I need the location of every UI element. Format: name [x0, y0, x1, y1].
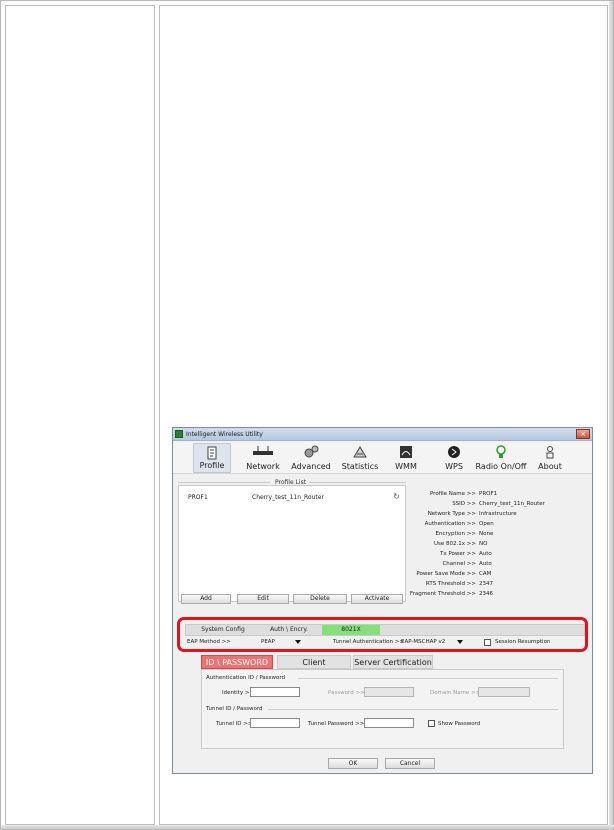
detail-row: Authentication >> Open — [424, 521, 494, 527]
identity-field[interactable] — [250, 687, 300, 697]
detail-row: Fragment Threshold >> 2346 — [409, 591, 493, 597]
show-password-label: Show Password — [438, 721, 481, 727]
profile-ssid-cell: Cherry_test_11n_Router — [252, 494, 324, 501]
delete-button[interactable]: Delete — [293, 594, 347, 604]
toolbar-statistics[interactable]: Statistics — [341, 443, 379, 473]
toolbar-about[interactable]: About — [535, 443, 565, 473]
network-icon — [253, 446, 273, 455]
toolbar-label-wps: WPS — [445, 462, 463, 471]
toolbar-label-wmm: WMM — [395, 462, 417, 471]
tunnel-group-title: Tunnel ID / Password — [206, 706, 263, 712]
detail-row: Use 802.1x >> NO — [434, 541, 488, 547]
tab-server-certification[interactable]: Server Certification — [353, 655, 433, 669]
title-bar: Intelligent Wireless Utility × — [173, 428, 592, 441]
toolbar-wps[interactable]: WPS — [439, 443, 469, 473]
tab-id-password[interactable]: ID \ PASSWORD — [201, 655, 273, 669]
session-resumption-label: Session Resumption — [495, 639, 551, 645]
tunnel-password-label: Tunnel Password >> — [308, 721, 365, 727]
tunnel-auth-dropdown-icon[interactable] — [457, 640, 463, 644]
password-label: Password >> — [328, 690, 365, 696]
radio-icon — [496, 445, 506, 458]
toolbar-network[interactable]: Network — [245, 443, 281, 473]
profile-list-row[interactable]: PROF1 Cherry_test_11n_Router ↻ — [182, 492, 402, 503]
eap-method-dropdown-icon[interactable] — [295, 640, 301, 644]
toolbar: Profile Network Advanced Statistics WMM … — [173, 442, 592, 474]
domain-name-label: Domain Name >> — [430, 690, 481, 696]
toolbar-label-statistics: Statistics — [341, 462, 379, 471]
detail-row: Tx Power >> Auto — [440, 551, 492, 557]
wps-icon — [448, 446, 460, 458]
toolbar-label-network: Network — [246, 462, 280, 471]
window-title: Intelligent Wireless Utility — [186, 430, 263, 438]
tunnel-group-line — [268, 709, 558, 710]
frame-shadow-right — [609, 1, 613, 830]
detail-row: Power Save Mode >> CAM — [416, 571, 492, 577]
close-button[interactable]: × — [576, 429, 590, 439]
show-password-checkbox[interactable] — [428, 720, 435, 727]
eap-method-value[interactable]: PEAP — [261, 639, 275, 645]
statistics-icon — [353, 446, 367, 458]
profile-list-border — [309, 482, 406, 483]
toolbar-label-radio: Radio On/Off — [475, 462, 527, 471]
app-window-screenshot: Intelligent Wireless Utility × Profile N… — [172, 427, 593, 774]
left-column-cell — [5, 5, 155, 825]
activate-button[interactable]: Activate — [351, 594, 403, 604]
frame-shadow-bottom — [1, 825, 614, 829]
wmm-icon — [400, 446, 412, 458]
toolbar-label-profile: Profile — [199, 461, 225, 470]
refresh-icon: ↻ — [393, 492, 400, 501]
tunnel-id-label: Tunnel ID >> — [216, 721, 253, 727]
toolbar-profile[interactable]: Profile — [193, 443, 231, 473]
toolbar-wmm[interactable]: WMM — [391, 443, 421, 473]
tunnel-auth-label: Tunnel Authentication >> — [333, 639, 404, 645]
app-icon — [175, 430, 183, 438]
profile-icon — [207, 446, 217, 460]
detail-row: SSID >> Cherry_test_11n_Router — [452, 501, 545, 507]
ok-button[interactable]: OK — [328, 758, 378, 769]
tunnel-password-field[interactable] — [364, 718, 414, 728]
session-resumption-checkbox[interactable] — [484, 639, 491, 646]
auth-group-line — [298, 678, 558, 679]
detail-row: RTS Threshold >> 2347 — [425, 581, 493, 587]
tab-client-certification[interactable]: Client Certification — [277, 655, 351, 681]
eap-method-label: EAP Method >> — [187, 639, 231, 645]
profile-list-border — [178, 482, 270, 483]
cancel-button[interactable]: Cancel — [385, 758, 435, 769]
password-field[interactable] — [364, 687, 414, 697]
edit-button[interactable]: Edit — [237, 594, 289, 604]
highlight-annotation — [177, 617, 588, 652]
toolbar-label-about: About — [538, 462, 562, 471]
detail-row: Network Type >> Infrastructure — [427, 511, 517, 517]
profile-list[interactable]: PROF1 Cherry_test_11n_Router ↻ — [178, 485, 406, 602]
toolbar-advanced[interactable]: Advanced — [291, 443, 331, 473]
detail-row: Encryption >> None — [435, 531, 494, 537]
detail-row: Channel >> Auto — [442, 561, 492, 567]
toolbar-radio-on-off[interactable]: Radio On/Off — [475, 443, 527, 473]
tunnel-id-field[interactable] — [250, 718, 300, 728]
credential-panel: Authentication ID / Password Identity >>… — [201, 669, 564, 749]
tunnel-auth-value[interactable]: EAP-MSCHAP v2 — [401, 639, 445, 645]
auth-group-title: Authentication ID / Password — [206, 675, 286, 681]
profile-name-cell: PROF1 — [188, 494, 208, 501]
advanced-icon — [304, 445, 319, 458]
toolbar-label-advanced: Advanced — [291, 462, 331, 471]
detail-row: Profile Name >> PROF1 — [429, 491, 498, 497]
domain-name-field[interactable] — [478, 687, 530, 697]
add-button[interactable]: Add — [181, 594, 231, 604]
about-icon — [546, 446, 554, 459]
